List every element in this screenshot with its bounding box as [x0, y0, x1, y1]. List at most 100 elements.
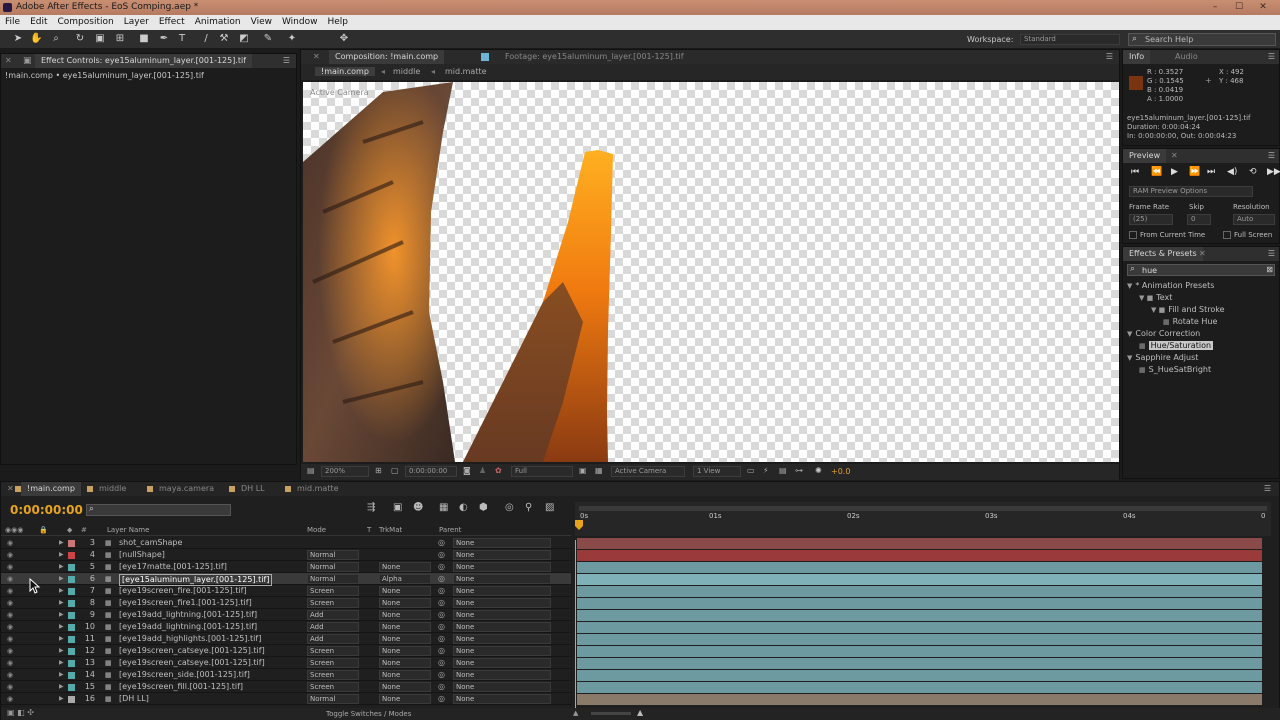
zoom-in-icon[interactable]: ▲ [637, 708, 643, 717]
menu-composition[interactable]: Composition [53, 15, 119, 30]
previous-frame-icon[interactable]: ⏪ [1151, 167, 1162, 177]
layer-duration-bar[interactable] [577, 574, 1262, 585]
tab-effects-presets[interactable]: Effects & Presets [1123, 247, 1203, 261]
layer-trkmat-select[interactable]: None [379, 586, 431, 596]
layer-label-color[interactable] [68, 648, 75, 655]
parent-header[interactable]: Parent [439, 524, 461, 536]
layer-parent-select[interactable]: None [453, 610, 551, 620]
selection-tool-icon[interactable]: ➤ [12, 33, 24, 45]
expand-triangle-icon[interactable]: ▶ [59, 693, 64, 705]
panel-menu-icon[interactable]: ☰ [1268, 50, 1275, 64]
layer-label-color[interactable] [68, 684, 75, 691]
layer-parent-select[interactable]: None [453, 574, 551, 584]
layer-row[interactable]: ◉ ▶ 6 ▦ [eye15aluminum_layer.[001-125].tif] N… [1, 573, 571, 586]
parent-pickwhip-icon[interactable]: ◎ [438, 597, 445, 609]
layer-mode-select[interactable]: Add [307, 622, 359, 632]
layer-row[interactable]: ◉ ▶ 14 ▦ [eye19screen_side.[001-125].tif] Scr… [1, 669, 571, 681]
trkmat-header[interactable]: TrkMat [379, 524, 402, 536]
roi-icon[interactable]: ▣ [579, 466, 587, 475]
menu-layer[interactable]: Layer [119, 15, 154, 30]
layer-parent-select[interactable]: None [453, 598, 551, 608]
playhead[interactable] [575, 520, 583, 530]
layer-label-color[interactable] [68, 600, 75, 607]
parent-pickwhip-icon[interactable]: ◎ [438, 669, 445, 681]
tab-middle[interactable]: middle [93, 482, 132, 496]
zoom-out-icon[interactable]: ▲ [573, 709, 578, 717]
layer-row[interactable]: ◉ ▶ 3 ▦ shot_camShape ◎ None [1, 537, 571, 549]
effects-tree-item[interactable]: ▦ Hue/Saturation [1139, 340, 1214, 352]
zoom-slider[interactable] [591, 712, 631, 715]
exposure-value[interactable]: +0.0 [831, 467, 850, 476]
expand-triangle-icon[interactable]: ▶ [59, 573, 64, 585]
resolution-select[interactable]: Auto [1233, 214, 1275, 225]
parent-pickwhip-icon[interactable]: ◎ [438, 561, 445, 573]
menu-effect[interactable]: Effect [154, 15, 190, 30]
layer-label-color[interactable] [68, 576, 75, 583]
layer-parent-select[interactable]: None [453, 694, 551, 704]
menu-file[interactable]: File [0, 15, 25, 30]
layer-name-header[interactable]: Layer Name [107, 524, 149, 536]
menu-help[interactable]: Help [322, 15, 353, 30]
visibility-eye-icon[interactable]: ◉ [7, 657, 13, 669]
layer-parent-select[interactable]: None [453, 550, 551, 560]
layer-row[interactable]: ◉ ▶ 13 ▦ [eye19screen_catseye.[001-125].tif]… [1, 657, 571, 669]
panel-menu-icon[interactable]: ☰ [1268, 247, 1275, 261]
current-time-field[interactable]: 0:00:00:00 [405, 466, 457, 477]
layer-name[interactable]: [eye19screen_side.[001-125].tif] [119, 669, 250, 681]
parent-pickwhip-icon[interactable]: ◎ [438, 657, 445, 669]
layer-parent-select[interactable]: None [453, 658, 551, 668]
tab-main-comp[interactable]: !main.comp [21, 482, 81, 496]
brainstorm-icon[interactable]: ⬢ [479, 502, 488, 513]
close-tab-icon[interactable]: ✕ [1171, 149, 1178, 163]
expand-triangle-icon[interactable]: ▶ [59, 633, 64, 645]
layer-name[interactable]: [eye19screen_catseye.[001-125].tif] [119, 657, 265, 669]
expand-triangle-icon[interactable]: ▶ [59, 585, 64, 597]
snapshot-icon[interactable]: ◙ [463, 466, 471, 475]
visibility-eye-icon[interactable]: ◉ [7, 681, 13, 693]
parent-pickwhip-icon[interactable]: ◎ [438, 681, 445, 693]
auto-keyframe-icon[interactable]: ⚲ [525, 502, 532, 513]
last-frame-icon[interactable]: ⏭ [1207, 167, 1215, 177]
mask-visibility-icon[interactable]: ▢ [391, 466, 399, 475]
zoom-select[interactable]: 200% [321, 466, 369, 477]
next-frame-icon[interactable]: ⏩ [1189, 167, 1200, 177]
expand-triangle-icon[interactable]: ▶ [59, 609, 64, 621]
channel-icon[interactable]: ✿ [495, 466, 502, 475]
layer-mode-select[interactable]: Screen [307, 598, 359, 608]
visibility-eye-icon[interactable]: ◉ [7, 597, 13, 609]
effects-tree-item[interactable]: ▼ ■ Text [1139, 292, 1172, 304]
layer-label-color[interactable] [68, 672, 75, 679]
layer-name[interactable]: [eye19screen_fire1.[001-125].tif] [119, 597, 252, 609]
layer-label-color[interactable] [68, 588, 75, 595]
visibility-eye-icon[interactable]: ◉ [7, 621, 13, 633]
visibility-eye-icon[interactable]: ◉ [7, 561, 13, 573]
maximize-button[interactable]: ☐ [1228, 0, 1250, 15]
layer-trkmat-select[interactable]: None [379, 658, 431, 668]
panel-menu-icon[interactable]: ☰ [1106, 50, 1113, 64]
parent-pickwhip-icon[interactable]: ◎ [438, 609, 445, 621]
parent-pickwhip-icon[interactable]: ◎ [438, 573, 445, 585]
layer-row[interactable]: ◉ ▶ 12 ▦ [eye19screen_catseye.[001-125].tif]… [1, 645, 571, 657]
resolution-select[interactable]: Full [511, 466, 573, 477]
tab-maya-camera[interactable]: maya.camera [153, 482, 220, 496]
menu-view[interactable]: View [246, 15, 277, 30]
layer-duration-bar[interactable] [577, 562, 1262, 573]
zoom-tool-icon[interactable]: ⌕ [50, 33, 62, 45]
type-tool-icon[interactable]: T [176, 33, 188, 45]
transparency-grid-icon[interactable]: ▦ [595, 466, 603, 475]
layer-mode-select[interactable]: Screen [307, 586, 359, 596]
menu-animation[interactable]: Animation [190, 15, 246, 30]
visibility-eye-icon[interactable]: ◉ [7, 573, 13, 585]
expand-triangle-icon[interactable]: ▶ [59, 597, 64, 609]
layer-name[interactable]: [DH LL] [119, 693, 149, 705]
graph-editor-icon[interactable]: ◎ [505, 502, 514, 513]
layer-label-color[interactable] [68, 624, 75, 631]
layer-duration-bar[interactable] [577, 670, 1262, 681]
expand-triangle-icon[interactable]: ▶ [59, 561, 64, 573]
timeline-current-time[interactable]: 0:00:00:00 [10, 503, 83, 517]
layer-mode-select[interactable]: Add [307, 634, 359, 644]
visibility-eye-icon[interactable]: ◉ [7, 549, 13, 561]
shy-layers-icon[interactable]: ☻ [413, 502, 423, 513]
roto-brush-tool-icon[interactable]: ✎ [262, 33, 274, 45]
close-tab-icon[interactable]: ✕ [1199, 247, 1206, 261]
